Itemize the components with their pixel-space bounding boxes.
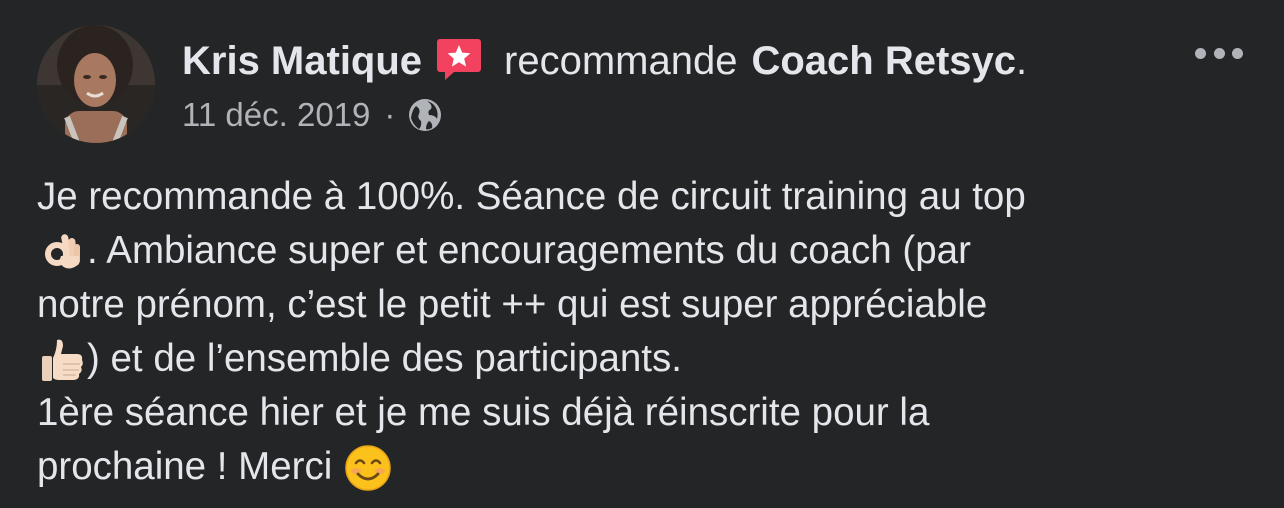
author-avatar[interactable] bbox=[37, 25, 155, 143]
review-line: notre prénom, c’est le petit ++ qui est … bbox=[37, 278, 1252, 332]
ok-hand-emoji bbox=[37, 226, 87, 276]
more-dot bbox=[1232, 47, 1243, 59]
meta-separator: · bbox=[384, 96, 396, 133]
globe-icon[interactable] bbox=[407, 97, 443, 133]
more-dot bbox=[1213, 47, 1225, 59]
post-meta: 11 déc. 2019 · bbox=[182, 92, 443, 138]
review-text: Je recommande à 100%. Séance de circuit … bbox=[37, 170, 1252, 494]
review-line-text: 1ère séance hier et je me suis déjà réin… bbox=[37, 391, 930, 434]
review-line: Je recommande à 100%. Séance de circuit … bbox=[37, 170, 1252, 224]
review-line-text: notre prénom, c’est le petit ++ qui est … bbox=[37, 283, 988, 326]
header-period: . bbox=[1016, 39, 1028, 83]
more-options-icon[interactable] bbox=[1195, 38, 1243, 68]
post-date-link[interactable]: 11 déc. 2019 bbox=[182, 96, 370, 134]
page-name-link[interactable]: Coach Retsyc bbox=[751, 36, 1016, 86]
review-line-text: ) et de l’ensemble des participants. bbox=[87, 337, 682, 380]
more-dot bbox=[1195, 47, 1206, 59]
recommendation-star-icon bbox=[436, 37, 482, 81]
review-line: ) et de l’ensemble des participants. bbox=[37, 332, 1252, 386]
review-line: prochaine ! Merci bbox=[37, 440, 1252, 494]
review-line: . Ambiance super et encouragements du co… bbox=[37, 224, 1252, 278]
review-line-text: Je recommande à 100%. Séance de circuit … bbox=[37, 175, 1026, 218]
review-line: 1ère séance hier et je me suis déjà réin… bbox=[37, 386, 1252, 440]
thumbs-up-emoji bbox=[37, 334, 87, 384]
smiling-face-emoji bbox=[343, 442, 393, 492]
review-line-text: prochaine ! Merci bbox=[37, 445, 343, 488]
author-name-link[interactable]: Kris Matique bbox=[182, 36, 422, 86]
action-text: recommande bbox=[504, 39, 738, 83]
review-line-text: . Ambiance super et encouragements du co… bbox=[87, 229, 971, 272]
post-header: Kris Matique recommande Coach Retsyc. bbox=[182, 36, 1027, 86]
